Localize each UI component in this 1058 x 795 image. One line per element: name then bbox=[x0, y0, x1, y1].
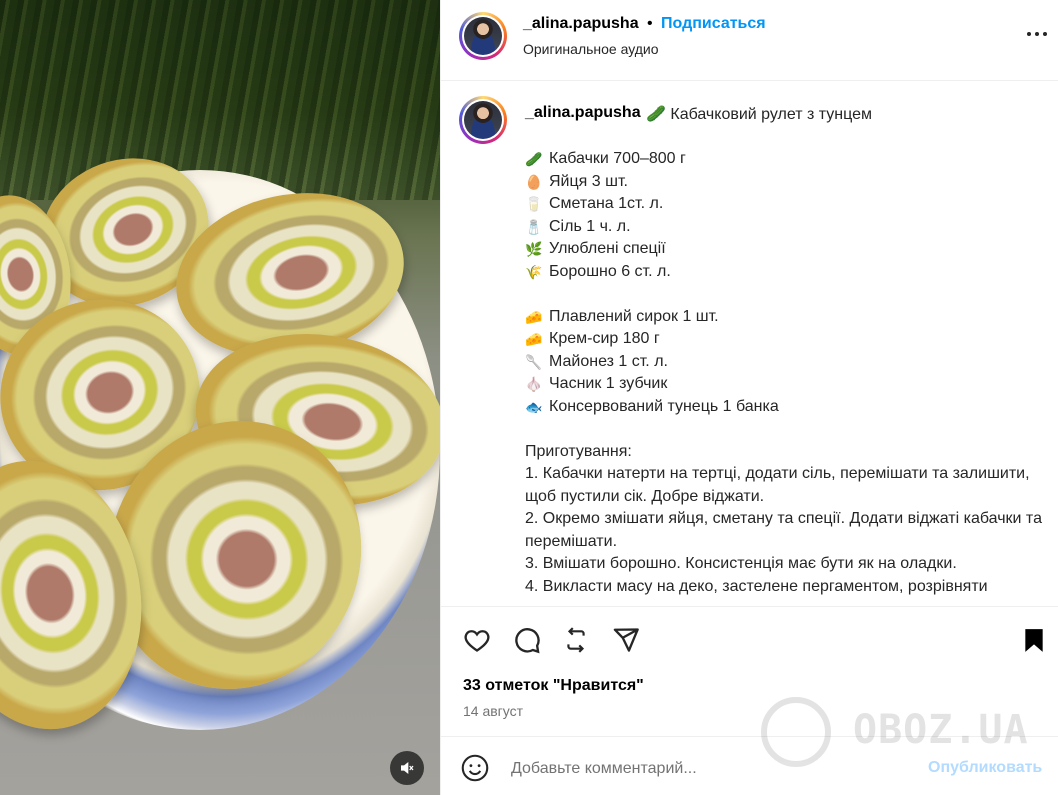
caption-username[interactable]: _alina.papusha bbox=[525, 104, 641, 122]
ingredient-line: 🥄 Майонез 1 ст. л. bbox=[525, 352, 668, 370]
steps-title: Приготування: bbox=[525, 442, 632, 460]
post-details-panel: _alina.papusha • Подписаться Оригинально… bbox=[440, 0, 1058, 795]
save-button[interactable] bbox=[1018, 624, 1050, 656]
post-actions: 33 отметок "Нравится" 14 август Опублико… bbox=[441, 606, 1058, 795]
send-icon bbox=[613, 628, 639, 652]
bookmark-icon bbox=[1025, 629, 1043, 652]
ingredient-line: 🥚 Яйця 3 шт. bbox=[525, 172, 628, 190]
emoji-button[interactable] bbox=[461, 754, 491, 784]
more-horizontal-icon bbox=[1027, 32, 1031, 36]
ingredient-line: 🧂 Сіль 1 ч. л. bbox=[525, 217, 631, 235]
avatar[interactable] bbox=[459, 12, 507, 60]
ingredient-line: 🥒 Кабачки 700–800 г bbox=[525, 150, 686, 167]
comment-button[interactable] bbox=[511, 624, 543, 656]
post-media[interactable] bbox=[0, 0, 440, 795]
more-options-button[interactable] bbox=[1023, 23, 1051, 45]
follow-button[interactable]: Подписаться bbox=[661, 15, 766, 33]
post-header: _alina.papusha • Подписаться Оригинально… bbox=[441, 0, 1058, 81]
step-text: 3. Вмішати борошно. Консистенція має бут… bbox=[525, 555, 957, 572]
step-text: 2. Окремо змішати яйця, сметану та спеці… bbox=[525, 510, 1042, 550]
ingredient-line: 🧀 Плавлений сирок 1 шт. bbox=[525, 307, 719, 325]
ingredient-line: 🧄 Часник 1 зубчик bbox=[525, 375, 668, 392]
repost-button[interactable] bbox=[560, 624, 592, 656]
caption-title: 🥒 Кабачковий рулет з тунцем bbox=[646, 106, 873, 123]
mute-button[interactable] bbox=[390, 751, 424, 785]
ingredient-line: 🌿 Улюблені спеції bbox=[525, 240, 666, 257]
ingredient-line: 🥛 Сметана 1ст. л. bbox=[525, 195, 664, 212]
ingredient-line: 🧀 Крем-сир 180 г bbox=[525, 330, 660, 347]
original-audio-link[interactable]: Оригинальное аудио bbox=[523, 41, 659, 57]
separator-dot: • bbox=[647, 15, 653, 32]
comment-input[interactable] bbox=[511, 757, 911, 781]
ingredient-line: 🐟 Консервований тунець 1 банка bbox=[525, 397, 779, 415]
publish-button[interactable]: Опубликовать bbox=[928, 759, 1042, 777]
heart-icon bbox=[464, 630, 490, 652]
likes-count[interactable]: 33 отметок "Нравится" bbox=[463, 677, 644, 695]
ingredient-line: 🌾 Борошно 6 ст. л. bbox=[525, 262, 671, 280]
speaker-muted-icon bbox=[401, 761, 414, 775]
step-text: 4. Викласти масу на деко, застелене перг… bbox=[525, 577, 988, 595]
smiley-icon bbox=[461, 754, 489, 782]
comment-bar: Опубликовать bbox=[441, 736, 1058, 795]
step-text: 1. Кабачки натерти на тертці, додати сіл… bbox=[525, 465, 1030, 505]
caption-body: 🥒 Кабачки 700–800 г 🥚 Яйця 3 шт. 🥛 Сметана … bbox=[525, 148, 1045, 598]
post-date[interactable]: 14 август bbox=[463, 703, 523, 719]
like-button[interactable] bbox=[461, 624, 493, 656]
repost-icon bbox=[567, 627, 585, 653]
caption-avatar[interactable] bbox=[459, 96, 507, 144]
header-username[interactable]: _alina.papusha bbox=[523, 15, 639, 33]
share-button[interactable] bbox=[610, 624, 642, 656]
caption-area: _alina.papusha 🥒 Кабачковий рулет з тунц… bbox=[441, 82, 1058, 606]
comment-icon bbox=[515, 628, 540, 654]
